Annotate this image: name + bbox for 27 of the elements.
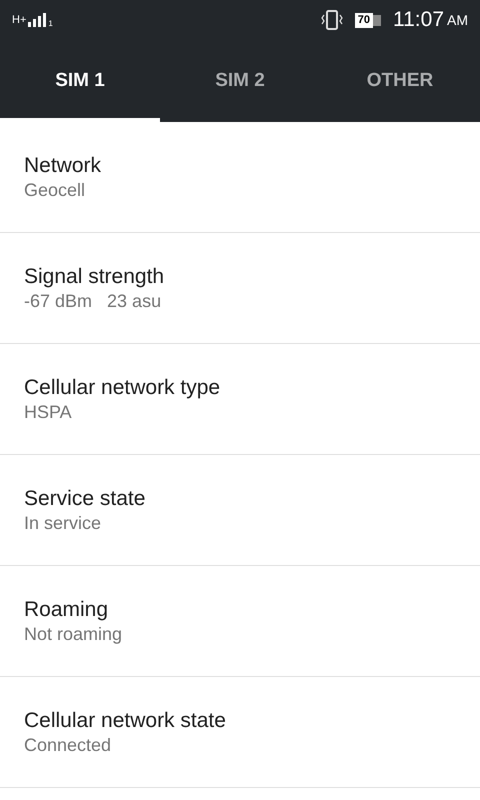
signal-icon [28,13,46,27]
settings-item-row[interactable]: Cellular network type HSPA [0,344,480,455]
sim-number: 1 [48,18,53,30]
item-value: Connected [24,734,112,757]
settings-item-row[interactable]: Network Geocell [0,122,480,233]
item-title: Cellular network state [24,708,227,734]
item-title: Service state [24,486,146,512]
settings-item-row[interactable]: Cellular network state Connected [0,677,480,788]
settings-item-row[interactable]: Service state In service [0,455,480,566]
item-value: Not roaming [24,622,124,646]
item-title: Network [24,152,102,179]
item-title: Cellular network type [24,374,222,401]
tab[interactable]: SIM 1 [0,40,160,122]
clock-time: 11:07 [393,7,444,34]
settings-item-row[interactable]: Signal strength -67 dBm 23 asu [0,233,480,344]
settings-item-row[interactable]: Roaming Not roaming [0,566,480,677]
item-value: -67 dBm 23 asu [24,290,162,313]
item-title: Roaming [24,596,110,623]
clock-meridiem: AM [447,10,468,30]
item-value: Geocell [24,178,86,202]
tab[interactable]: OTHER [320,40,480,122]
vibrate-icon [320,10,343,30]
item-title: Signal strength [24,264,166,290]
network-type-label: H+ [12,12,26,28]
item-value: In service [24,512,102,535]
item-value: HSPA [24,400,73,424]
tab[interactable]: SIM 2 [160,40,320,122]
